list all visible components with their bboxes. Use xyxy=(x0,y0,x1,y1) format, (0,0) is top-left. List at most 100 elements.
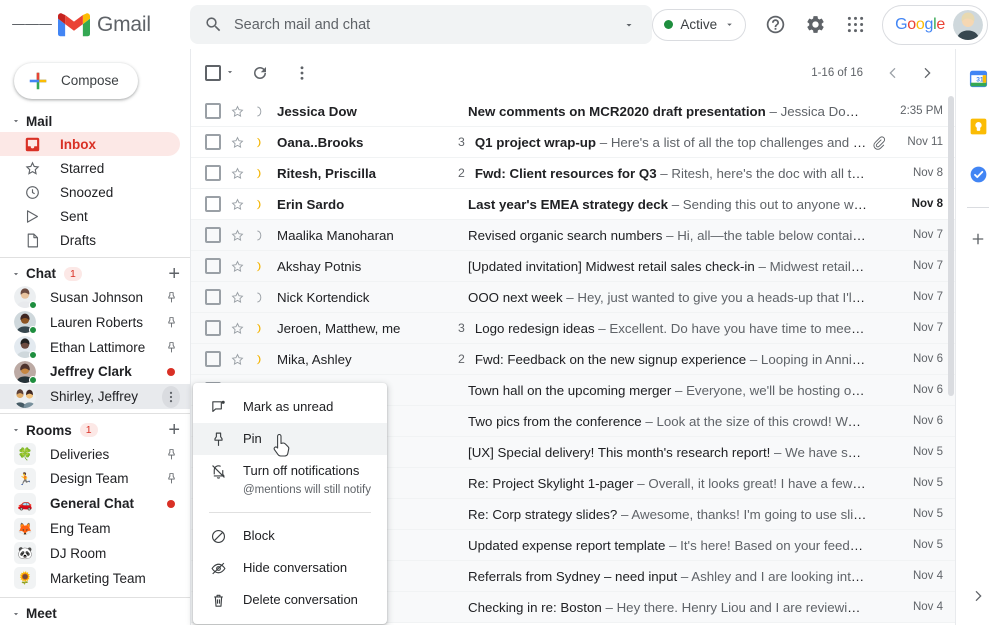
star-icon[interactable] xyxy=(226,290,248,305)
pin-icon[interactable] xyxy=(162,472,180,485)
status-chip[interactable]: Active xyxy=(652,9,746,41)
chat-item-lauren-roberts[interactable]: Lauren Roberts xyxy=(0,310,190,335)
room-item-general-chat[interactable]: 🚗 General Chat xyxy=(0,491,190,516)
keep-icon[interactable] xyxy=(961,109,995,143)
room-item-dj-room[interactable]: 🐼 DJ Room xyxy=(0,541,190,566)
search-input[interactable] xyxy=(223,17,614,33)
row-checkbox[interactable] xyxy=(205,320,221,336)
star-icon[interactable] xyxy=(226,228,248,243)
table-row[interactable]: Nick KortendickOOO next week – Hey, just… xyxy=(191,282,955,313)
important-marker-icon[interactable] xyxy=(249,104,271,119)
pin-icon[interactable] xyxy=(162,341,180,354)
pin-icon[interactable] xyxy=(162,316,180,329)
list-scrollbar[interactable] xyxy=(948,96,955,625)
rooms-section-header[interactable]: Rooms 1 + xyxy=(0,419,190,442)
room-item-deliveries[interactable]: 🍀 Deliveries xyxy=(0,442,190,467)
important-marker-icon[interactable] xyxy=(249,290,271,305)
table-row[interactable]: Ritesh, Priscilla2Fwd: Client resources … xyxy=(191,158,955,189)
context-menu-item-delete-conversation[interactable]: Delete conversation xyxy=(193,584,387,616)
star-icon[interactable] xyxy=(226,197,248,212)
clover-icon: 🍀 xyxy=(14,443,36,465)
context-menu-item-pin[interactable]: Pin xyxy=(193,423,387,455)
account-chip[interactable]: Google xyxy=(882,5,988,45)
scrollbar-thumb[interactable] xyxy=(948,96,954,396)
chat-item-shirley-jeffrey[interactable]: Shirley, Jeffrey xyxy=(0,384,190,409)
table-row[interactable]: Jeroen, Matthew, me3Logo redesign ideas … xyxy=(191,313,955,344)
search-box[interactable] xyxy=(190,5,652,44)
context-menu-item-hide-conversation[interactable]: Hide conversation xyxy=(193,552,387,584)
help-icon[interactable] xyxy=(756,6,794,44)
context-menu-item-block[interactable]: Block xyxy=(193,520,387,552)
table-row[interactable]: Jessica DowNew comments on MCR2020 draft… xyxy=(191,96,955,127)
row-checkbox[interactable] xyxy=(205,103,221,119)
room-item-eng-team[interactable]: 🦊 Eng Team xyxy=(0,516,190,541)
compose-button[interactable]: Compose xyxy=(14,63,138,99)
star-icon[interactable] xyxy=(226,352,248,367)
apps-grid-icon[interactable] xyxy=(836,6,874,44)
room-item-label: Deliveries xyxy=(50,447,162,462)
important-marker-icon[interactable] xyxy=(249,135,271,150)
context-menu-item-turn-off-notifications[interactable]: Turn off notifications @mentions will st… xyxy=(193,455,387,505)
star-icon[interactable] xyxy=(226,259,248,274)
star-icon[interactable] xyxy=(226,135,248,150)
important-marker-icon[interactable] xyxy=(249,197,271,212)
room-item-design-team[interactable]: 🏃 Design Team xyxy=(0,466,190,491)
pin-icon[interactable] xyxy=(162,448,180,461)
table-row[interactable]: Mika, Ashley2Fwd: Feedback on the new si… xyxy=(191,344,955,375)
pagination-prev-icon[interactable] xyxy=(877,57,909,89)
sidebar-item-sent[interactable]: Sent xyxy=(0,205,180,229)
row-checkbox[interactable] xyxy=(205,258,221,274)
row-sender: Jeroen, Matthew, me xyxy=(277,321,455,336)
table-row[interactable]: Erin SardoLast year's EMEA strategy deck… xyxy=(191,189,955,220)
pagination-next-icon[interactable] xyxy=(911,57,943,89)
row-subject: [Updated invitation] Midwest retail sale… xyxy=(468,259,755,274)
pin-icon[interactable] xyxy=(162,291,180,304)
table-row[interactable]: Maalika ManoharanRevised organic search … xyxy=(191,220,955,251)
meet-section-header[interactable]: Meet xyxy=(0,603,190,625)
rail-expand-icon[interactable] xyxy=(963,581,993,611)
sidebar-item-drafts[interactable]: Drafts xyxy=(0,229,180,253)
row-checkbox[interactable] xyxy=(205,351,221,367)
row-subject: Re: Corp strategy slides? xyxy=(468,507,617,522)
user-avatar[interactable] xyxy=(953,10,983,40)
select-all-checkbox[interactable] xyxy=(205,65,235,81)
row-checkbox[interactable] xyxy=(205,227,221,243)
star-icon[interactable] xyxy=(226,321,248,336)
row-checkbox[interactable] xyxy=(205,289,221,305)
rooms-add-icon[interactable]: + xyxy=(168,420,180,440)
chat-section-header[interactable]: Chat 1 + xyxy=(0,262,190,285)
sidebar-item-inbox[interactable]: Inbox xyxy=(0,132,180,156)
tasks-icon[interactable] xyxy=(961,157,995,191)
hamburger-icon[interactable] xyxy=(12,5,52,45)
row-checkbox[interactable] xyxy=(205,134,221,150)
star-icon[interactable] xyxy=(226,166,248,181)
refresh-icon[interactable] xyxy=(243,56,277,90)
table-row[interactable]: Akshay Potnis[Updated invitation] Midwes… xyxy=(191,251,955,282)
chevron-down-icon[interactable] xyxy=(225,67,235,79)
star-icon[interactable] xyxy=(226,104,248,119)
chat-item-jeffrey-clark[interactable]: Jeffrey Clark xyxy=(0,360,190,385)
important-marker-icon[interactable] xyxy=(249,321,271,336)
chat-add-icon[interactable]: + xyxy=(168,264,180,284)
important-marker-icon[interactable] xyxy=(249,352,271,367)
rail-add-icon[interactable] xyxy=(961,222,995,256)
chat-item-label: Shirley, Jeffrey xyxy=(50,389,162,404)
gear-icon[interactable] xyxy=(796,6,834,44)
chat-item-more-icon[interactable] xyxy=(162,386,180,408)
important-marker-icon[interactable] xyxy=(249,259,271,274)
room-item-marketing-team[interactable]: 🌻 Marketing Team xyxy=(0,566,190,591)
chat-item-susan-johnson[interactable]: Susan Johnson xyxy=(0,285,190,310)
important-marker-icon[interactable] xyxy=(249,166,271,181)
more-vertical-icon[interactable] xyxy=(285,56,319,90)
mail-section-header[interactable]: Mail xyxy=(0,110,190,133)
search-options-icon[interactable] xyxy=(614,10,644,40)
row-checkbox[interactable] xyxy=(205,165,221,181)
row-checkbox[interactable] xyxy=(205,196,221,212)
chat-item-ethan-lattimore[interactable]: Ethan Lattimore xyxy=(0,335,190,360)
table-row[interactable]: Oana..Brooks3Q1 project wrap-up – Here's… xyxy=(191,127,955,158)
sidebar-item-snoozed[interactable]: Snoozed xyxy=(0,180,180,204)
calendar-icon[interactable]: 31 xyxy=(961,61,995,95)
sidebar-item-starred[interactable]: Starred xyxy=(0,156,180,180)
context-menu-item-mark-as-unread[interactable]: Mark as unread xyxy=(193,391,387,423)
important-marker-icon[interactable] xyxy=(249,228,271,243)
